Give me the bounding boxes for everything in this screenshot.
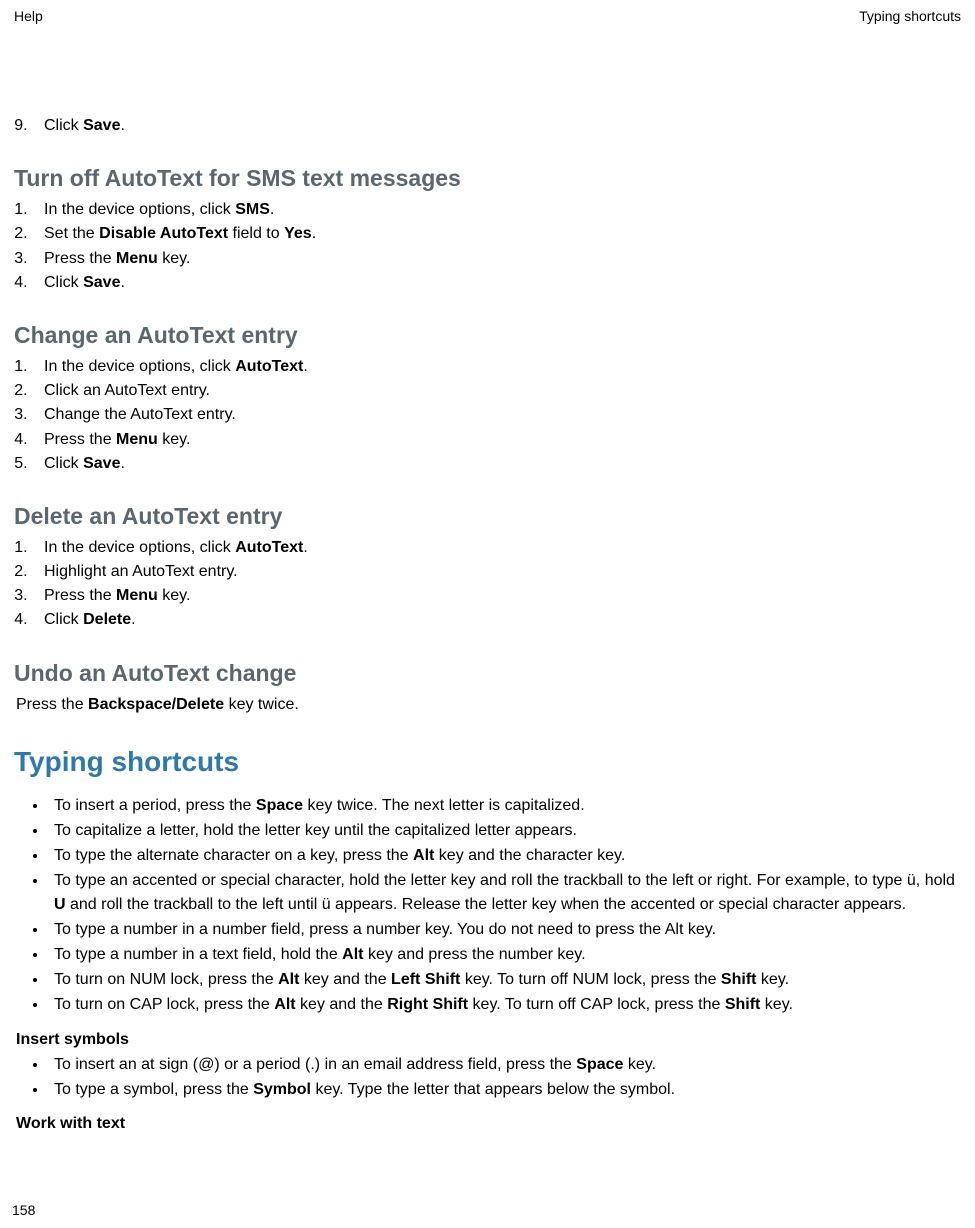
section-heading-change: Change an AutoText entry xyxy=(14,322,961,349)
list-item: In the device options, click SMS. xyxy=(32,198,961,221)
list-item: Highlight an AutoText entry. xyxy=(32,560,961,583)
list-item: Set the Disable AutoText field to Yes. xyxy=(32,222,961,245)
list-item: To insert a period, press the Space key … xyxy=(48,794,961,817)
list-item: Press the Menu key. xyxy=(32,584,961,607)
list-item: Press the Menu key. xyxy=(32,428,961,451)
section-heading-typing: Typing shortcuts xyxy=(14,746,961,778)
list-item: Click Save. xyxy=(32,114,961,137)
list-item: To insert an at sign (@) or a period (.)… xyxy=(48,1053,961,1076)
list-item: Click Save. xyxy=(32,271,961,294)
page-header: Help Typing shortcuts xyxy=(14,8,961,24)
list-item: In the device options, click AutoText. xyxy=(32,536,961,559)
delete-steps: In the device options, click AutoText. H… xyxy=(14,536,961,632)
step-suffix: . xyxy=(120,117,124,134)
list-item: To turn on CAP lock, press the Alt key a… xyxy=(48,993,961,1016)
list-item: Click Delete. xyxy=(32,608,961,631)
list-item: Click an AutoText entry. xyxy=(32,379,961,402)
section-subheading-work: Work with text xyxy=(16,1115,961,1133)
list-item: To type the alternate character on a key… xyxy=(48,844,961,867)
insert-bullets: To insert an at sign (@) or a period (.)… xyxy=(14,1053,961,1101)
list-item: To turn on NUM lock, press the Alt key a… xyxy=(48,968,961,991)
header-right: Typing shortcuts xyxy=(859,8,961,24)
list-item: Change the AutoText entry. xyxy=(32,403,961,426)
list-item: To type a symbol, press the Symbol key. … xyxy=(48,1078,961,1101)
list-item: To capitalize a letter, hold the letter … xyxy=(48,819,961,842)
list-item: Press the Menu key. xyxy=(32,247,961,270)
typing-bullets: To insert a period, press the Space key … xyxy=(14,794,961,1017)
change-steps: In the device options, click AutoText. C… xyxy=(14,355,961,475)
undo-paragraph: Press the Backspace/Delete key twice. xyxy=(16,693,961,716)
list-item: Click Save. xyxy=(32,452,961,475)
section-heading-delete: Delete an AutoText entry xyxy=(14,503,961,530)
step-text: Click xyxy=(44,117,83,134)
page-number: 158 xyxy=(12,1202,35,1218)
list-item: To type an accented or special character… xyxy=(48,869,961,915)
section-subheading-insert: Insert symbols xyxy=(16,1031,961,1049)
list-item: To type a number in a number field, pres… xyxy=(48,918,961,941)
section-heading-undo: Undo an AutoText change xyxy=(14,660,961,687)
list-item: To type a number in a text field, hold t… xyxy=(48,943,961,966)
section-heading-turnoff: Turn off AutoText for SMS text messages xyxy=(14,165,961,192)
header-left: Help xyxy=(14,8,43,24)
turnoff-steps: In the device options, click SMS. Set th… xyxy=(14,198,961,294)
list-item: In the device options, click AutoText. xyxy=(32,355,961,378)
continued-step-list: Click Save. xyxy=(14,114,961,137)
step-bold: Save xyxy=(83,117,120,134)
